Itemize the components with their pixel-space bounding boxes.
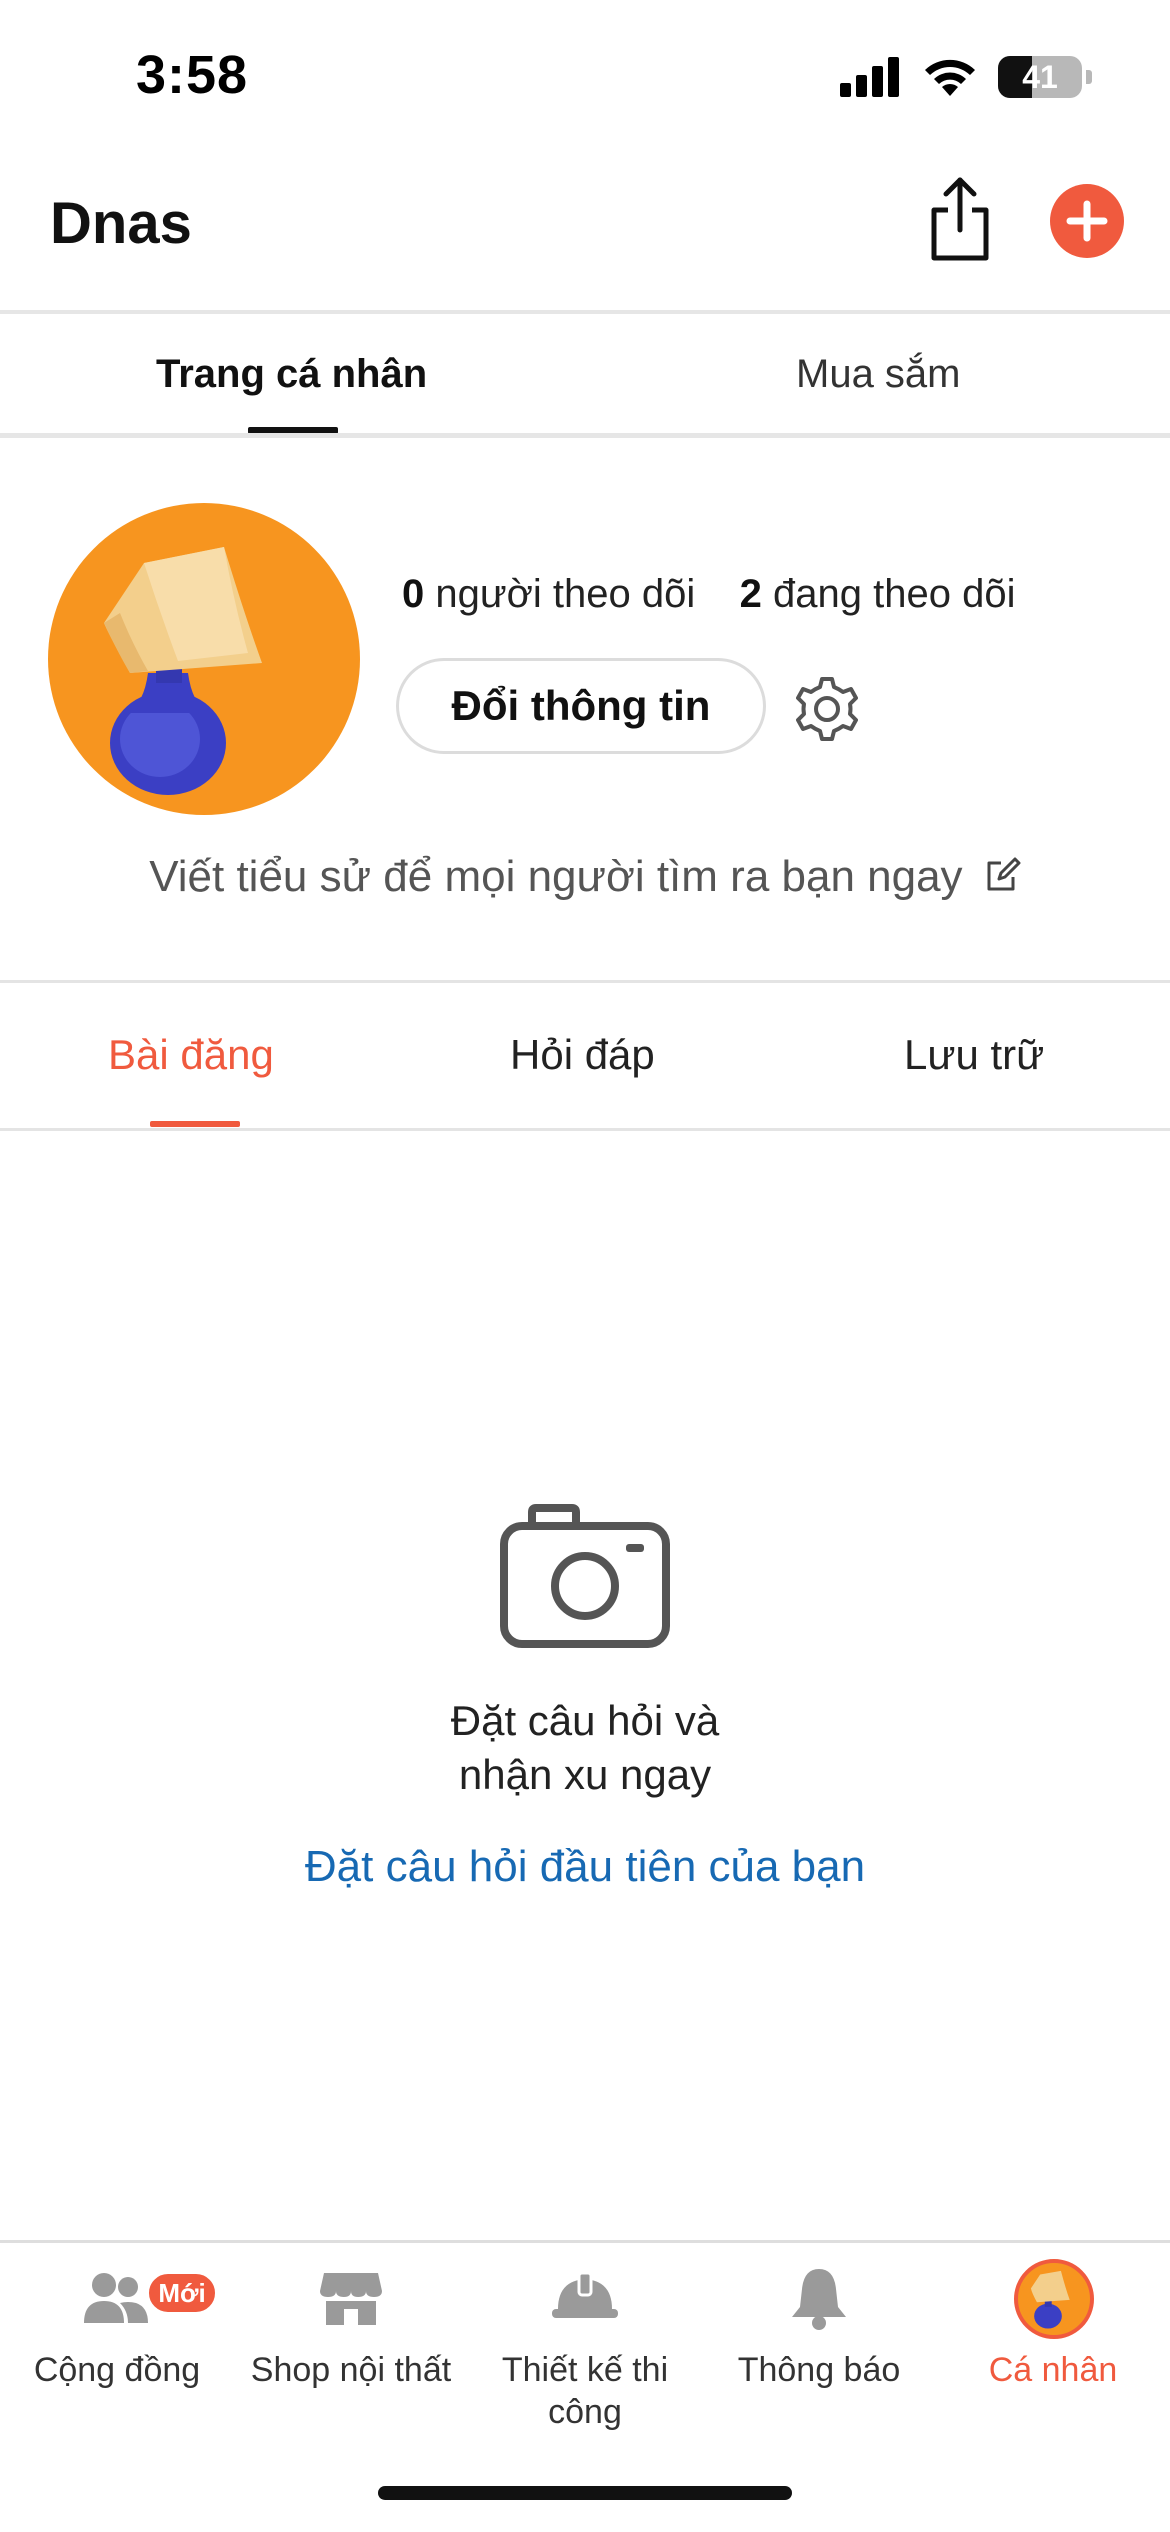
camera-icon — [500, 1504, 670, 1650]
share-button[interactable] — [924, 174, 996, 264]
following-label[interactable]: đang theo dõi — [773, 572, 1015, 616]
nav-item-furniture-shop[interactable]: Shop nội thất — [234, 2243, 468, 2443]
edit-profile-button[interactable]: Đổi thông tin — [396, 658, 766, 754]
content-tab-indicator — [150, 1121, 240, 1127]
signal-icon — [840, 57, 899, 97]
profile-avatar[interactable] — [48, 503, 360, 815]
nav-item-design-build[interactable]: Thiết kế thi công — [468, 2243, 702, 2443]
tabs-divider — [0, 433, 1170, 438]
tab-qa[interactable]: Hỏi đáp — [510, 1031, 655, 1079]
tab-saved[interactable]: Lưu trữ — [904, 1031, 1044, 1079]
nav-label-design-build: Thiết kế thi công — [468, 2349, 702, 2433]
settings-button[interactable] — [792, 674, 862, 744]
empty-state-message: Đặt câu hỏi và nhận xu ngay — [0, 1694, 1170, 1802]
top-tabs: Trang cá nhân Mua sắm — [0, 314, 1170, 434]
home-indicator — [378, 2486, 792, 2500]
follow-stats: 0 người theo dõi 2 đang theo dõi — [402, 572, 1016, 617]
header: Dnas — [0, 160, 1170, 310]
battery-cap — [1086, 70, 1092, 84]
tab-personal-page[interactable]: Trang cá nhân — [156, 352, 427, 397]
status-icons: 41 — [840, 52, 1092, 102]
battery-level: 41 — [1022, 58, 1058, 95]
nav-item-notifications[interactable]: Thông báo — [702, 2243, 936, 2443]
following-count[interactable]: 2 — [740, 572, 762, 616]
bio-prompt[interactable]: Viết tiểu sử để mọi người tìm ra bạn nga… — [0, 852, 1170, 902]
people-icon — [84, 2273, 148, 2323]
followers-label[interactable]: người theo dõi — [435, 572, 695, 616]
status-time: 3:58 — [136, 45, 249, 105]
nav-label-notifications: Thông báo — [737, 2351, 901, 2389]
followers-count[interactable]: 0 — [402, 572, 424, 616]
gear-icon — [796, 677, 858, 741]
nav-label-furniture-shop: Shop nội thất — [250, 2351, 452, 2389]
share-icon — [931, 177, 989, 261]
nav-item-profile[interactable]: Cá nhân — [936, 2243, 1170, 2443]
nav-item-community[interactable]: Mới Cộng đồng — [0, 2243, 234, 2443]
nav-label-design-build-line1: Thiết kế thi — [501, 2351, 669, 2389]
bell-icon — [792, 2269, 846, 2330]
empty-state-line2: nhận xu ngay — [458, 1751, 712, 1798]
plus-icon — [1066, 200, 1108, 242]
nav-label-profile: Cá nhân — [988, 2351, 1118, 2389]
tab-posts[interactable]: Bài đăng — [108, 1031, 274, 1079]
lamp-icon — [104, 547, 262, 795]
content-tabs-divider — [0, 1128, 1170, 1131]
bio-text: Viết tiểu sử để mọi người tìm ra bạn nga… — [149, 852, 963, 901]
content-tabs: Bài đăng Hỏi đáp Lưu trữ — [0, 983, 1170, 1131]
tab-shopping[interactable]: Mua sắm — [796, 352, 961, 397]
add-button[interactable] — [1050, 184, 1124, 258]
bottom-nav: Mới Cộng đồng Shop nội thất Thiết kế thi… — [0, 2243, 1170, 2443]
page-title: Dnas — [50, 191, 192, 256]
empty-state-line1: Đặt câu hỏi và — [450, 1697, 720, 1744]
store-icon — [320, 2273, 382, 2325]
status-bar: 3:58 41 — [0, 0, 1170, 150]
nav-label-community: Cộng đồng — [33, 2351, 201, 2389]
battery-icon: 41 — [998, 56, 1082, 98]
nav-label-design-build-line2: công — [548, 2393, 622, 2431]
edit-icon — [987, 857, 1021, 891]
wifi-icon — [925, 59, 975, 96]
hard-hat-icon — [552, 2271, 618, 2318]
new-badge: Mới — [146, 2271, 218, 2315]
avatar-icon — [1014, 2259, 1094, 2339]
ask-first-question-link[interactable]: Đặt câu hỏi đầu tiên của bạn — [0, 1842, 1170, 1892]
